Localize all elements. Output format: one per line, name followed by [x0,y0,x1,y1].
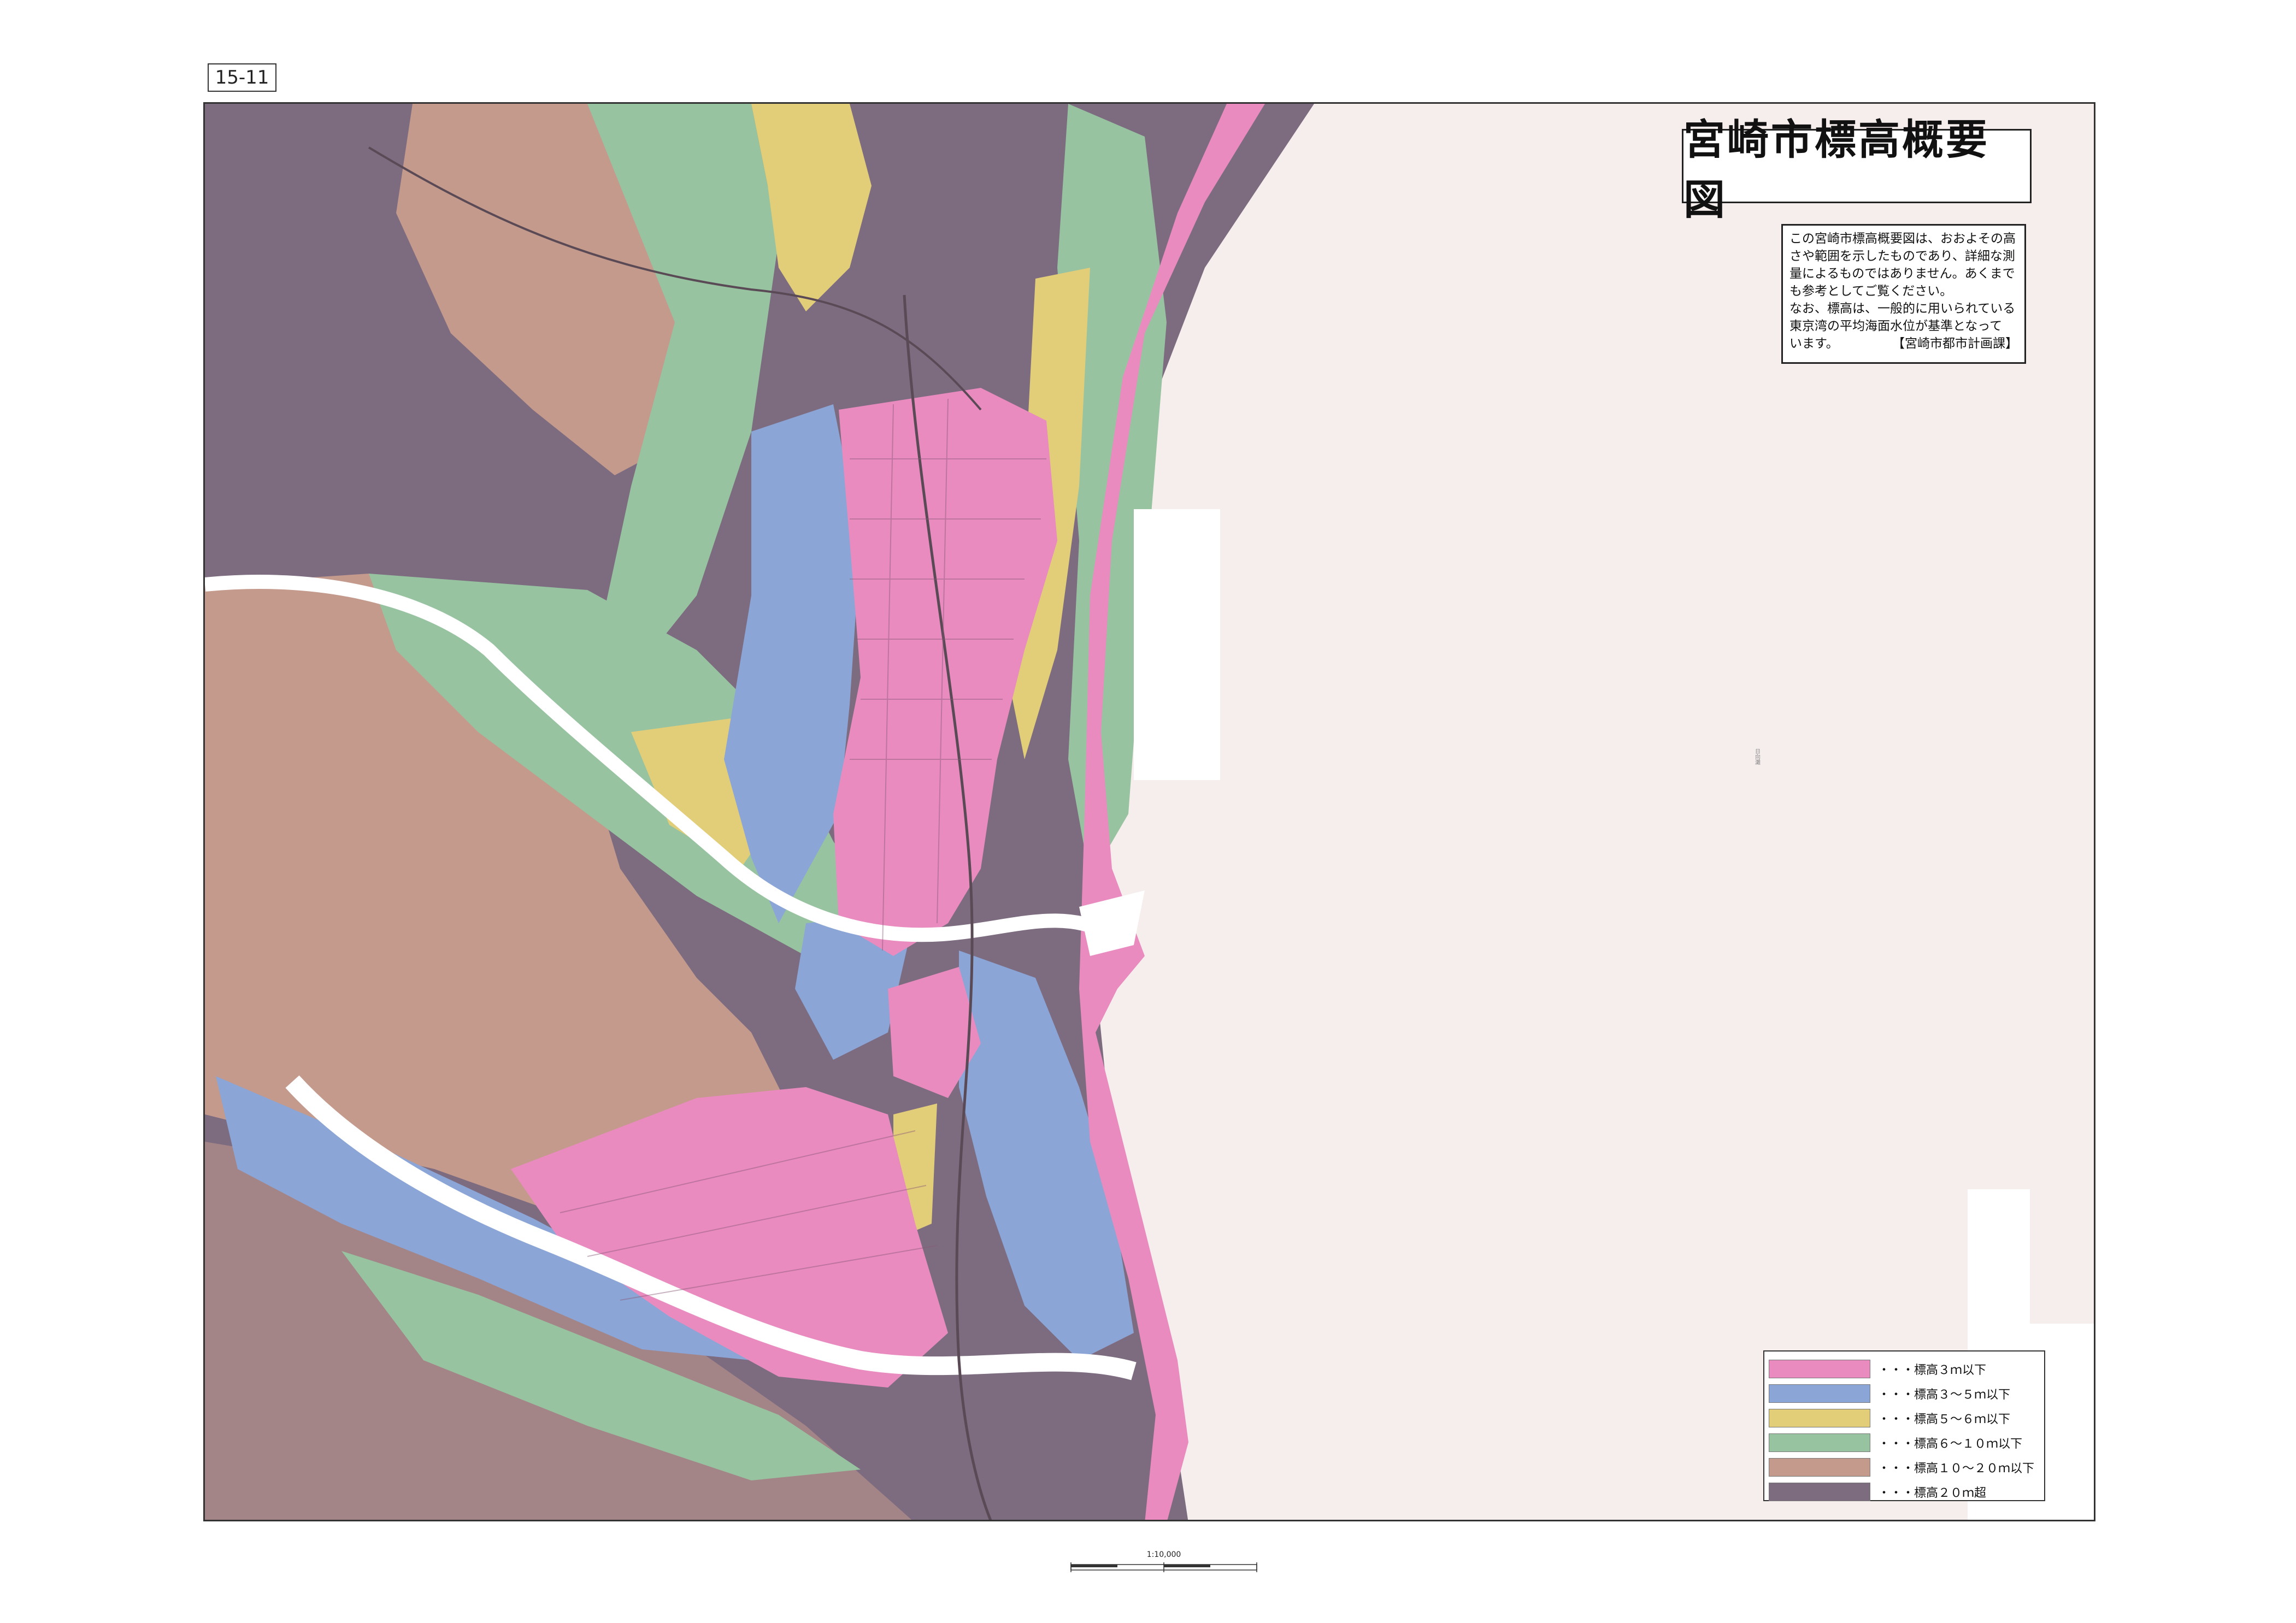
map-title: 宮崎市標高概要図 [1682,115,2032,224]
note-line: なお、標高は、一般的に用いられている [1789,302,2016,316]
legend-item: ・・・標高６～１０ｍ以下 [1769,1431,2040,1455]
note-department: 【宮崎市都市計画課】 [1892,337,2018,351]
legend-item: ・・・標高３ｍ以下 [1769,1357,2040,1381]
legend-item: ・・・標高５～６ｍ以下 [1769,1406,2040,1430]
note-line: この宮崎市標高概要図は、おおよその高 [1789,232,2016,246]
note-line: 東京湾の平均海面水位が基準となって [1789,319,2003,333]
data-gap-block-north [1134,509,1220,780]
scale-label: 1:10,000 [1146,1550,1181,1559]
scale-bar-graphic [1070,1562,1257,1572]
legend-item: ・・・標高２０ｍ超 [1769,1480,2040,1504]
legend-label: ・・・標高２０ｍ超 [1878,1486,1987,1500]
legend-swatch [1769,1458,1870,1477]
note-line: 量によるものではありません。あくまで [1789,267,2015,281]
legend-label: ・・・標高５～６ｍ以下 [1878,1413,2011,1426]
map-note: この宮崎市標高概要図は、おおよその高 さや範囲を示したものであり、詳細な測 量に… [1781,224,2026,364]
scale-bar: 1:10,000 [1065,1550,1262,1583]
legend-item: ・・・標高３～５ｍ以下 [1769,1382,2040,1406]
legend-swatch [1769,1409,1870,1427]
legend-swatch [1769,1360,1870,1378]
sea-label: 日向灘 [1754,748,1761,765]
legend-label: ・・・標高３～５ｍ以下 [1878,1388,2011,1402]
legend-swatch [1769,1433,1870,1452]
legend-label: ・・・標高１０～２０ｍ以下 [1878,1462,2035,1476]
legend-label: ・・・標高３ｍ以下 [1878,1364,1987,1377]
note-line-last: います。 【宮崎市都市計画課】 [1789,335,2018,352]
legend-label: ・・・標高６～１０ｍ以下 [1878,1437,2023,1451]
legend-swatch [1769,1483,1870,1501]
legend-swatch [1769,1384,1870,1403]
sheet-number: 15-11 [208,63,276,92]
note-line: も参考としてご覧ください。 [1789,284,1953,298]
note-line: います。 [1789,337,1839,351]
legend: ・・・標高３ｍ以下 ・・・標高３～５ｍ以下 ・・・標高５～６ｍ以下 ・・・標高６… [1763,1350,2045,1501]
note-line: さや範囲を示したものであり、詳細な測 [1789,249,2015,263]
legend-item: ・・・標高１０～２０ｍ以下 [1769,1455,2040,1479]
